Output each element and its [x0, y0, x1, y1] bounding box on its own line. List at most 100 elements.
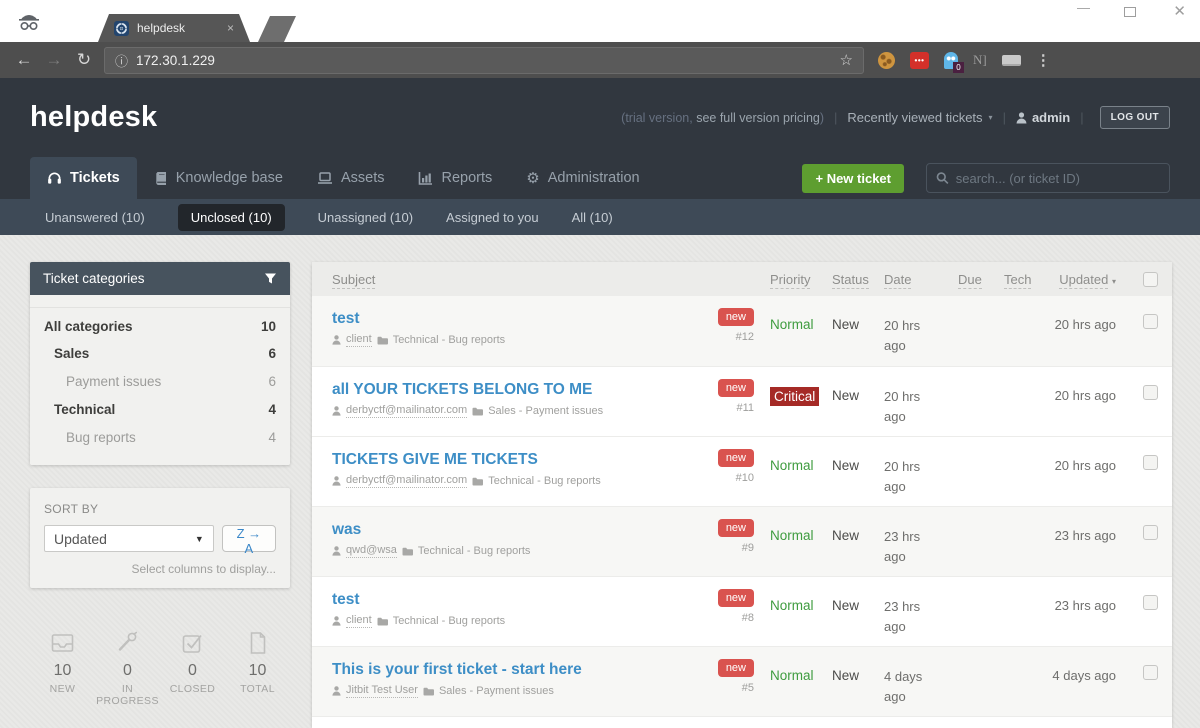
column-status[interactable]: Status: [832, 272, 869, 289]
column-tech[interactable]: Tech: [1004, 272, 1031, 289]
app-header: helpdesk (trial version, see full versio…: [0, 78, 1200, 157]
ticket-requester[interactable]: derbyctf@mailinator.com: [346, 474, 467, 488]
column-subject[interactable]: Subject: [332, 272, 375, 289]
column-due[interactable]: Due: [958, 272, 982, 289]
window-close-icon[interactable]: ✕: [1173, 2, 1186, 20]
new-tab-button[interactable]: [258, 16, 296, 42]
ticket-subject-link[interactable]: test: [332, 310, 696, 328]
window-maximize-icon[interactable]: [1124, 7, 1136, 17]
ticket-requester[interactable]: Jitbit Test User: [346, 684, 418, 698]
ticket-id: #11: [736, 402, 754, 414]
ticket-row[interactable]: test client Technical - Bug reports: [312, 576, 1172, 646]
new-badge: new: [718, 519, 754, 537]
new-ticket-button[interactable]: + New ticket: [802, 164, 904, 193]
folder-icon: [472, 477, 483, 486]
ticket-requester[interactable]: qwd@wsa: [346, 544, 397, 558]
ticket-subject-link[interactable]: all YOUR TICKETS BELONG TO ME: [332, 381, 696, 399]
ticket-subject-link[interactable]: was: [332, 521, 696, 539]
back-icon[interactable]: ←: [14, 50, 34, 70]
category-label[interactable]: Sales: [54, 346, 89, 361]
ticket-requester[interactable]: client: [346, 333, 372, 347]
search-input[interactable]: [956, 171, 1160, 186]
ticket-id: #5: [742, 682, 754, 694]
ticket-requester[interactable]: derbyctf@mailinator.com: [346, 404, 467, 418]
ticket-status: New: [832, 458, 859, 473]
category-item[interactable]: All categories 10: [30, 307, 290, 339]
category-label[interactable]: All categories: [44, 319, 133, 334]
category-label[interactable]: Technical: [54, 402, 115, 417]
ticket-subject-link[interactable]: test: [332, 591, 696, 609]
subnav-filter[interactable]: Unclosed (10): [178, 204, 285, 231]
select-all-checkbox[interactable]: [1143, 272, 1158, 287]
tab-reports[interactable]: Reports: [401, 157, 509, 199]
ticket-row[interactable]: all YOUR TICKETS BELONG TO ME derbyctf@m…: [312, 366, 1172, 436]
subnav-filter[interactable]: Unassigned (10): [318, 210, 413, 225]
tab-tickets[interactable]: Tickets: [30, 157, 137, 199]
browser-tab[interactable]: helpdesk ×: [98, 14, 250, 42]
ticket-status: New: [832, 528, 859, 543]
page-info-icon[interactable]: ⓘ: [115, 51, 128, 70]
subnav-filter[interactable]: Assigned to you: [446, 210, 539, 225]
row-checkbox[interactable]: [1143, 385, 1158, 400]
ticket-row[interactable]: TICKETS GIVE ME TICKETS derbyctf@mailina…: [312, 436, 1172, 506]
address-bar[interactable]: ⓘ 172.30.1.229 ☆: [104, 47, 864, 74]
chevron-down-icon: ▾: [989, 113, 993, 122]
row-checkbox[interactable]: [1143, 314, 1158, 329]
row-checkbox[interactable]: [1143, 595, 1158, 610]
refresh-icon[interactable]: ↻: [74, 50, 94, 70]
column-date[interactable]: Date: [884, 272, 911, 289]
ticket-category[interactable]: Sales - Payment issues: [488, 405, 603, 417]
cookie-extension-icon[interactable]: [878, 52, 895, 69]
row-checkbox[interactable]: [1143, 665, 1158, 680]
ticket-row[interactable]: was qwd@wsa Technical - Bug reports: [312, 506, 1172, 576]
ticket-due: [944, 519, 990, 527]
filter-funnel-icon[interactable]: [264, 272, 277, 285]
ticket-subject-link[interactable]: This is your first ticket - start here: [332, 661, 696, 679]
password-extension-icon[interactable]: •••: [910, 52, 929, 69]
recently-viewed-dropdown[interactable]: Recently viewed tickets ▾: [847, 110, 992, 125]
ticket-category[interactable]: Technical - Bug reports: [393, 615, 506, 627]
column-updated[interactable]: Updated: [1059, 272, 1108, 289]
ticket-row[interactable]: test client Technical - Bug reports: [312, 296, 1172, 366]
category-label[interactable]: Payment issues: [66, 374, 161, 389]
ticket-row[interactable]: This is your first ticket - start here J…: [312, 646, 1172, 716]
category-label[interactable]: Bug reports: [66, 430, 136, 445]
category-count: 6: [268, 346, 276, 361]
ticket-subject-link[interactable]: TICKETS GIVE ME TICKETS: [332, 451, 696, 469]
noscript-extension-icon[interactable]: N]: [973, 52, 987, 68]
category-item[interactable]: Sales 6: [30, 339, 290, 367]
tab-assets[interactable]: Assets: [300, 157, 402, 199]
ghostery-extension-icon[interactable]: 0: [944, 52, 958, 69]
ticket-category[interactable]: Technical - Bug reports: [393, 334, 506, 346]
wrench-icon: [114, 630, 141, 656]
tab-close-icon[interactable]: ×: [227, 21, 234, 35]
subnav-filter[interactable]: Unanswered (10): [45, 210, 145, 225]
window-minimize-icon[interactable]: —: [1077, 0, 1090, 15]
tab-administration[interactable]: ⚙ Administration: [509, 157, 656, 199]
ticket-requester[interactable]: client: [346, 614, 372, 628]
logout-button[interactable]: LOG OUT: [1100, 106, 1170, 129]
ticket-meta: client Technical - Bug reports: [332, 614, 696, 628]
sort-order-button[interactable]: Z → A: [222, 525, 276, 552]
subnav-filter[interactable]: All (10): [572, 210, 613, 225]
search-box[interactable]: [926, 163, 1170, 193]
browser-menu-icon[interactable]: ⋮: [1036, 51, 1051, 69]
ticket-category[interactable]: Sales - Payment issues: [439, 685, 554, 697]
row-checkbox[interactable]: [1143, 525, 1158, 540]
category-item[interactable]: Payment issues 6: [30, 367, 290, 395]
ticket-category[interactable]: Technical - Bug reports: [488, 475, 601, 487]
category-item[interactable]: Bug reports 4: [30, 423, 290, 451]
bookmark-star-icon[interactable]: ☆: [840, 51, 853, 69]
stat-label: CLOSED: [160, 683, 225, 695]
url-text[interactable]: 172.30.1.229: [136, 53, 832, 68]
column-priority[interactable]: Priority: [770, 272, 810, 289]
pricing-link[interactable]: see full version pricing: [696, 111, 820, 125]
row-checkbox[interactable]: [1143, 455, 1158, 470]
tab-knowledge-base[interactable]: Knowledge base: [137, 157, 300, 199]
sort-field-select[interactable]: Updated ▼: [44, 525, 214, 552]
select-columns-link[interactable]: Select columns to display...: [44, 562, 276, 576]
user-menu[interactable]: admin: [1016, 110, 1070, 125]
gray-extension-icon[interactable]: [1002, 55, 1021, 66]
ticket-category[interactable]: Technical - Bug reports: [418, 545, 531, 557]
category-item[interactable]: Technical 4: [30, 395, 290, 423]
